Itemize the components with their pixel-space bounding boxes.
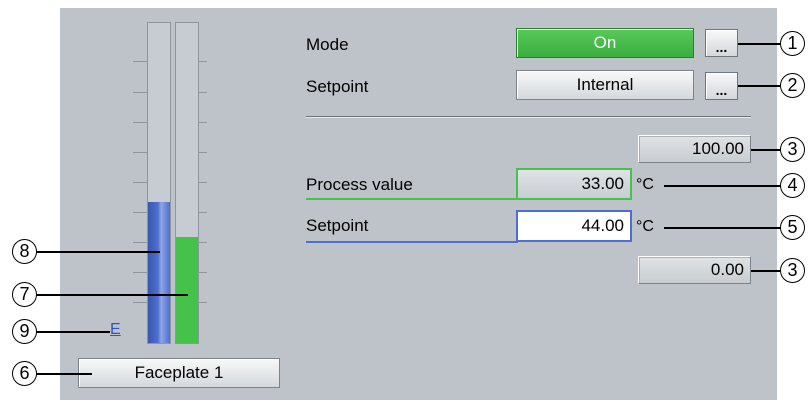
callout-line (751, 270, 781, 272)
callout-line (36, 331, 110, 333)
scale-tick (133, 212, 147, 213)
setpoint-bar (148, 202, 170, 343)
callout-line (738, 43, 780, 45)
callout-line (664, 185, 781, 187)
callout-6: 6 (12, 361, 37, 386)
callout-line (738, 85, 780, 87)
faceplate-name-button[interactable]: Faceplate 1 (78, 358, 280, 388)
callout-1: 1 (780, 31, 805, 56)
callout-3: 3 (780, 137, 805, 162)
mode-label: Mode (306, 35, 349, 54)
scale-tick (133, 152, 147, 153)
separator (306, 116, 751, 117)
setpoint-source-more-button[interactable]: ... (705, 72, 738, 100)
callout-line (751, 149, 781, 151)
callout-9: 9 (12, 319, 37, 344)
process-value-bar (176, 237, 198, 343)
high-limit-field: 100.00 (638, 135, 751, 163)
scale-tick (133, 272, 147, 273)
callout-line (664, 227, 781, 229)
setpoint-source-label: Setpoint (306, 77, 369, 96)
scale-tick (133, 242, 147, 243)
process-value-unit: °C (636, 176, 654, 193)
callout-line (36, 373, 92, 375)
callout-4: 4 (780, 173, 805, 198)
scale-tick (133, 92, 147, 93)
setpoint-unit: °C (636, 218, 654, 235)
setpoint-input[interactable]: 44.00 (516, 210, 632, 242)
scale-tick (133, 122, 147, 123)
process-value-label: Process value (306, 175, 413, 194)
callout-3b: 3 (780, 258, 805, 283)
scale-tick (133, 182, 147, 183)
mode-more-button[interactable]: ... (705, 29, 738, 57)
callout-5: 5 (780, 215, 805, 240)
process-value-field: 33.00 (516, 168, 632, 200)
bar-marker-link[interactable]: E (110, 321, 121, 339)
setpoint-source-button[interactable]: Internal (516, 70, 694, 100)
scale-tick (133, 302, 147, 303)
process-value-underline (306, 198, 518, 200)
setpoint-bar-track (147, 22, 171, 344)
mode-value-button[interactable]: On (516, 28, 694, 58)
callout-line (36, 294, 188, 296)
callout-7: 7 (12, 282, 37, 307)
scale-tick (133, 61, 147, 62)
process-value-bar-track (175, 22, 199, 344)
setpoint-label: Setpoint (306, 216, 369, 235)
low-limit-field: 0.00 (638, 256, 751, 284)
callout-line (36, 251, 160, 253)
setpoint-underline (306, 241, 518, 243)
callout-8: 8 (12, 239, 37, 264)
callout-2: 2 (780, 73, 805, 98)
